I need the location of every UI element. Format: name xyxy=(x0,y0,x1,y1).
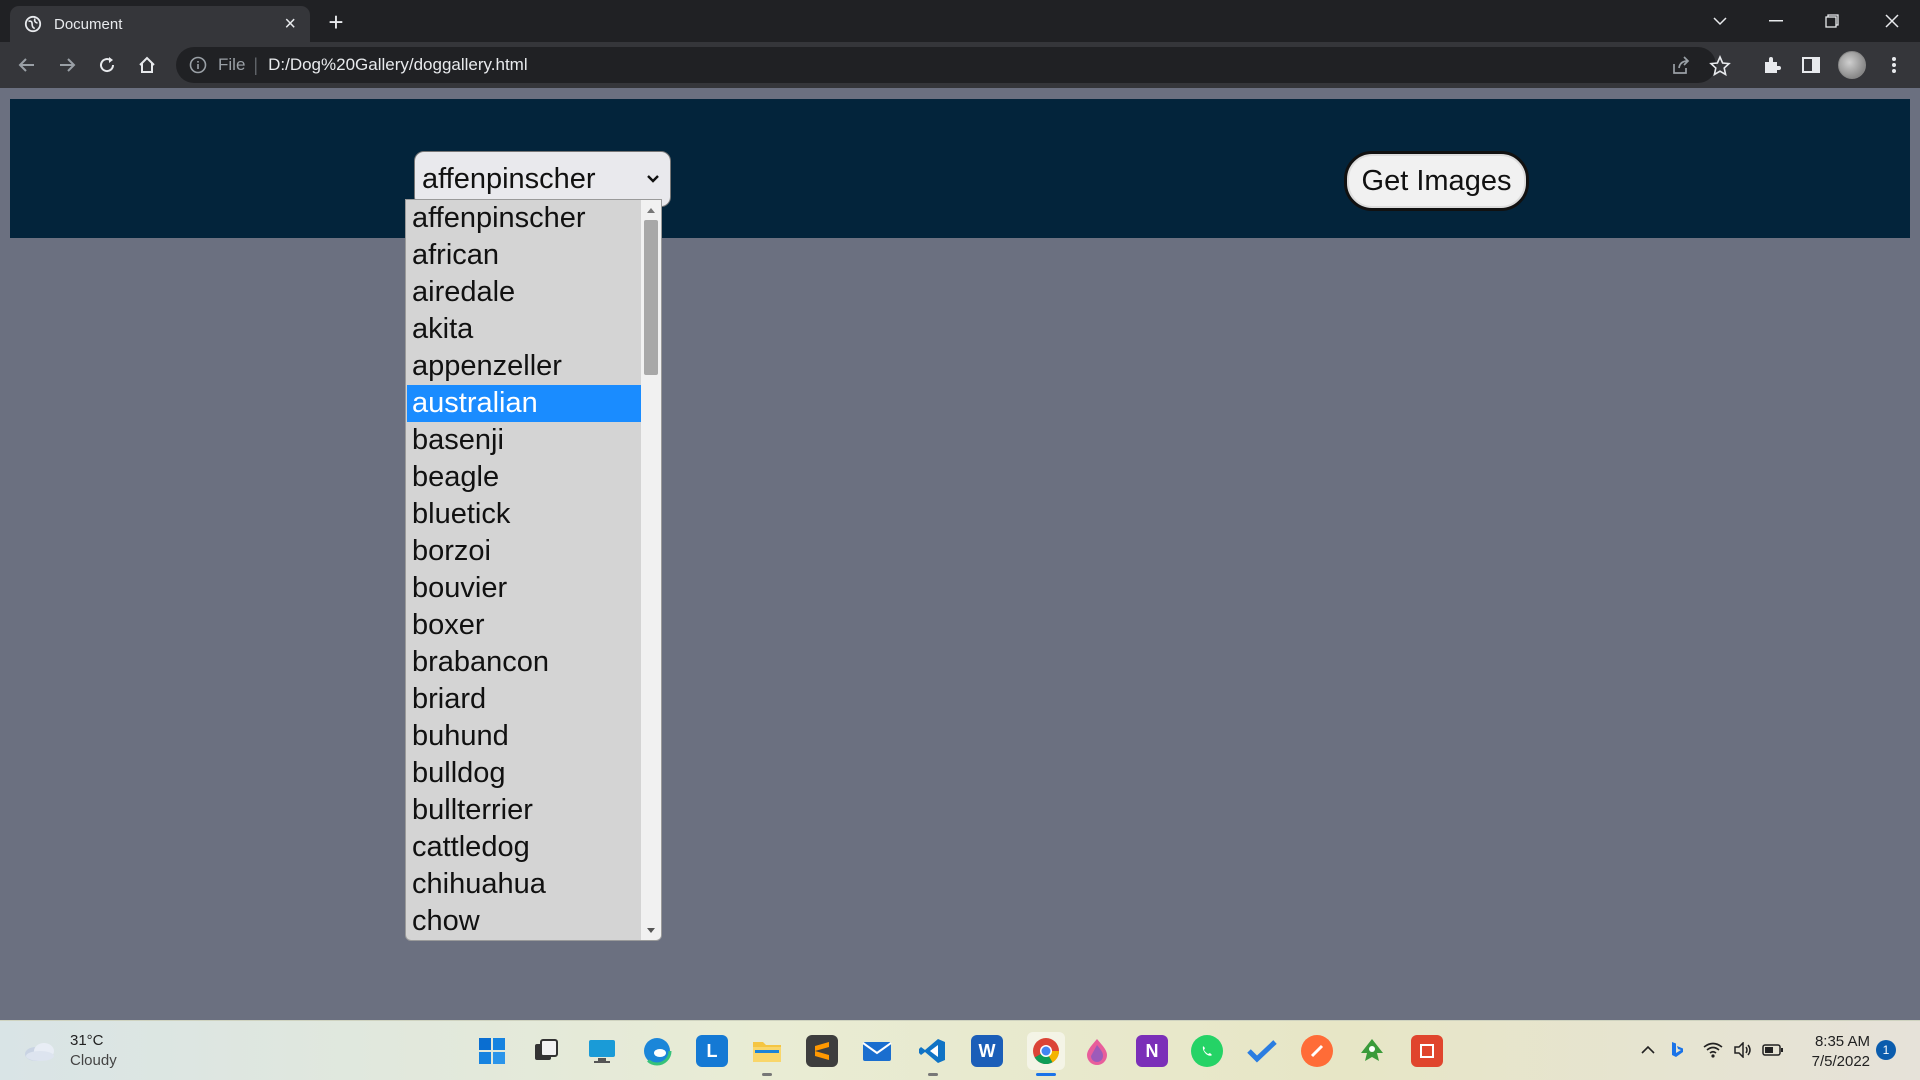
l-app-icon[interactable]: L xyxy=(696,1035,728,1067)
breed-option[interactable]: bulldog xyxy=(407,755,641,792)
weather-condition: Cloudy xyxy=(70,1052,117,1069)
back-button[interactable] xyxy=(13,51,41,79)
running-indicator xyxy=(928,1073,938,1076)
tab-strip: Document × + xyxy=(0,0,1920,42)
address-separator: | xyxy=(253,54,259,75)
cloud-icon xyxy=(25,1043,54,1061)
browser-tab[interactable]: Document × xyxy=(10,6,310,42)
tab-title: Document xyxy=(54,15,123,33)
breed-option[interactable]: bouvier xyxy=(407,570,641,607)
restore-button[interactable] xyxy=(1804,0,1860,42)
running-indicator xyxy=(762,1073,772,1076)
breed-option[interactable]: akita xyxy=(407,311,641,348)
page-viewport: affenpinscher Get Images affenpinscher af… xyxy=(0,88,1920,1020)
globe-icon xyxy=(24,15,42,33)
minimize-button[interactable] xyxy=(1748,0,1804,42)
show-hidden-icons-chevron-up-icon[interactable] xyxy=(1637,1039,1659,1061)
windows-taskbar: 31°C Cloudy L W N 8:35 AM 7/5/2022 1 xyxy=(0,1020,1920,1080)
reload-icon xyxy=(100,57,115,73)
extensions-icon[interactable] xyxy=(1760,53,1784,77)
breed-option[interactable]: chow xyxy=(407,903,641,940)
bing-icon[interactable] xyxy=(1666,1039,1688,1061)
onenote-icon[interactable]: N xyxy=(1136,1035,1168,1067)
wifi-icon[interactable] xyxy=(1702,1039,1724,1061)
breed-option[interactable]: briard xyxy=(407,681,641,718)
breed-option[interactable]: basenji xyxy=(407,422,641,459)
close-tab-icon[interactable]: × xyxy=(284,14,296,34)
breed-option[interactable]: airedale xyxy=(407,274,641,311)
breed-option[interactable]: buhund xyxy=(407,718,641,755)
browser-toolbar: File | D:/Dog%20Gallery/doggallery.html xyxy=(0,42,1920,88)
inkscape-icon[interactable] xyxy=(1356,1035,1388,1067)
back-arrow-icon xyxy=(18,58,34,72)
windows-start-icon[interactable] xyxy=(476,1035,508,1067)
breed-option[interactable]: bluetick xyxy=(407,496,641,533)
address-url[interactable]: D:/Dog%20Gallery/doggallery.html xyxy=(268,55,528,75)
file-explorer-icon[interactable] xyxy=(751,1035,783,1067)
sublime-text-icon[interactable] xyxy=(806,1035,838,1067)
breed-option[interactable]: beagle xyxy=(407,459,641,496)
volume-icon[interactable] xyxy=(1732,1039,1754,1061)
header-band: affenpinscher Get Images xyxy=(10,99,1910,238)
side-panel-icon[interactable] xyxy=(1799,53,1823,77)
scrollbar-thumb[interactable] xyxy=(644,220,658,375)
battery-icon[interactable] xyxy=(1762,1039,1784,1061)
info-icon[interactable] xyxy=(188,55,208,75)
vscode-icon[interactable] xyxy=(916,1035,948,1067)
whatsapp-icon[interactable] xyxy=(1191,1035,1223,1067)
address-bar[interactable]: File | D:/Dog%20Gallery/doggallery.html xyxy=(176,47,1731,83)
desktop-icon[interactable] xyxy=(586,1035,618,1067)
get-images-button[interactable]: Get Images xyxy=(1344,151,1529,211)
breed-option[interactable]: australian xyxy=(407,385,641,422)
breed-option[interactable]: chihuahua xyxy=(407,866,641,903)
breed-select-value: affenpinscher xyxy=(422,162,596,195)
clock-date: 7/5/2022 xyxy=(1811,1053,1870,1070)
reload-button[interactable] xyxy=(93,51,121,79)
browser-menu-icon[interactable] xyxy=(1882,53,1906,77)
breed-option[interactable]: boxer xyxy=(407,607,641,644)
word-icon[interactable]: W xyxy=(971,1035,1003,1067)
scroll-up-arrow-icon[interactable] xyxy=(641,202,661,218)
chrome-icon[interactable] xyxy=(1027,1032,1065,1070)
red-app-icon[interactable] xyxy=(1411,1035,1443,1067)
breed-option[interactable]: appenzeller xyxy=(407,348,641,385)
breed-option[interactable]: affenpinscher xyxy=(407,200,641,237)
tab-search-icon[interactable] xyxy=(1692,0,1748,42)
profile-avatar[interactable] xyxy=(1838,51,1866,79)
paint-icon[interactable] xyxy=(1081,1035,1113,1067)
weather-temperature: 31°C xyxy=(70,1032,104,1049)
todo-icon[interactable] xyxy=(1246,1035,1278,1067)
postman-icon[interactable] xyxy=(1301,1035,1333,1067)
breed-option[interactable]: borzoi xyxy=(407,533,641,570)
breed-option[interactable]: bullterrier xyxy=(407,792,641,829)
forward-button[interactable] xyxy=(53,51,81,79)
weather-widget[interactable]: 31°C Cloudy xyxy=(22,1031,117,1071)
dropdown-scrollbar[interactable] xyxy=(641,200,661,940)
breed-option[interactable]: brabancon xyxy=(407,644,641,681)
bookmark-star-icon[interactable] xyxy=(1709,55,1731,77)
mail-icon[interactable] xyxy=(861,1035,893,1067)
forward-arrow-icon xyxy=(60,58,76,72)
system-clock[interactable]: 8:35 AM 7/5/2022 xyxy=(1800,1032,1870,1072)
close-window-button[interactable] xyxy=(1864,0,1920,42)
scroll-down-arrow-icon[interactable] xyxy=(641,922,661,938)
breed-option[interactable]: african xyxy=(407,237,641,274)
share-icon[interactable] xyxy=(1670,55,1692,77)
breed-option[interactable]: cattledog xyxy=(407,829,641,866)
edge-icon[interactable] xyxy=(641,1035,673,1067)
home-button[interactable] xyxy=(133,51,161,79)
task-view-icon[interactable] xyxy=(530,1035,562,1067)
chevron-down-icon xyxy=(647,175,659,183)
breed-dropdown-list[interactable]: affenpinscher african airedale akita appenze… xyxy=(405,199,662,941)
home-icon xyxy=(139,56,155,73)
active-indicator xyxy=(1036,1073,1056,1076)
notification-badge[interactable]: 1 xyxy=(1876,1040,1896,1060)
new-tab-button[interactable]: + xyxy=(322,8,350,36)
address-scheme: File xyxy=(218,55,246,74)
clock-time: 8:35 AM xyxy=(1814,1033,1870,1050)
